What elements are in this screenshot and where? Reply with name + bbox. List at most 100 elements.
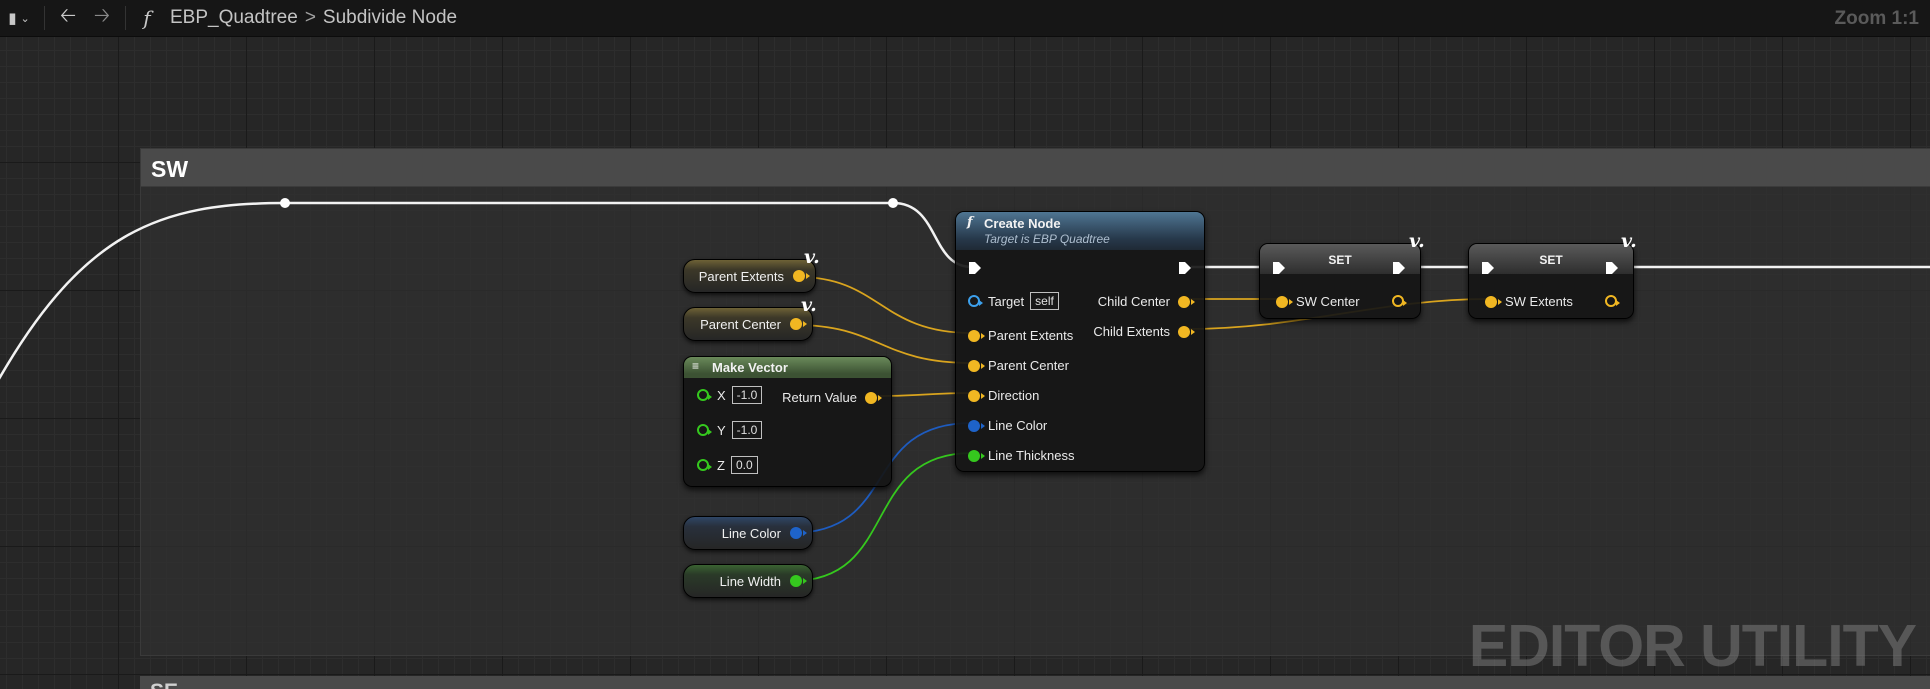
var-line-color[interactable]: Line Color [683,516,813,550]
pin-label: Direction [988,388,1040,403]
variable-icon: v. [1621,230,1637,252]
color-pin-in[interactable] [968,419,985,432]
exec-pin-out[interactable] [1392,261,1406,275]
x-value-field[interactable]: -1.0 [731,386,763,404]
node-header[interactable]: f Create Node Target is EBP Quadtree [956,212,1204,250]
vector-pin-in[interactable] [968,329,985,342]
line-color-input-row: Line Color [968,418,1047,433]
z-value-field[interactable]: 0.0 [730,456,758,474]
sw-extents-input-row: SW Extents [1485,294,1573,309]
arrow-right-icon: 🡢 [93,5,111,27]
target-input-row: Target self [968,292,1059,310]
float-pin-in[interactable] [697,389,712,401]
pin-label: Line Thickness [988,448,1075,463]
function-icon: f [967,215,973,230]
editor-utility-watermark: EDITOR UTILITY [1468,613,1917,679]
pin-label: Line Color [988,418,1048,433]
function-icon: f [143,6,151,30]
variable-icon: v. [801,294,817,316]
pin-label: X [717,387,726,403]
exec-pin-in[interactable] [1272,261,1286,275]
vector-pin-out[interactable] [793,270,810,282]
parent-extents-input-row: Parent Extents [968,328,1073,343]
zoom-level: Zoom 1:1 [1834,8,1919,29]
pin-label: Child Center [1097,294,1170,309]
variable-icon: v. [804,246,820,268]
float-pin-in[interactable] [697,424,712,436]
var-parent-center[interactable]: Parent Center [683,307,813,341]
breadcrumb: EBP_Quadtree > Subdivide Node [170,7,457,29]
node-title: SET [1539,253,1563,267]
pin-label: Y [717,422,726,438]
exec-pin-out[interactable] [1605,261,1619,275]
y-input-row: Y -1.0 [697,421,763,439]
breadcrumb-current[interactable]: Subdivide Node [323,7,457,29]
node-subtitle: Target is EBP Quadtree [984,232,1110,246]
node-header[interactable]: ≡ Make Vector [684,357,891,378]
exec-pin-in[interactable] [968,261,982,275]
vector-pin-in[interactable] [968,389,985,402]
arrow-left-icon: 🡠 [59,5,77,27]
pin-label: Parent Extents [988,328,1074,343]
vector-pin-out[interactable] [790,318,807,330]
comment-header[interactable]: SW [141,149,1930,187]
y-value-field[interactable]: -1.0 [731,421,763,439]
color-pin-out[interactable] [790,527,807,539]
target-value-field[interactable]: self [1030,292,1059,310]
node-title: Create Node [984,216,1061,231]
object-pin-in[interactable] [968,295,983,307]
pin-label: Z [717,457,725,473]
float-pin-out[interactable] [790,575,807,587]
return-value-row: Return Value [782,390,882,405]
pin-label: Target [988,293,1025,309]
toolbar-divider [44,6,45,30]
comment-title: SE [150,680,178,689]
parent-center-input-row: Parent Center [968,358,1069,373]
back-button[interactable]: 🡠 [51,0,85,37]
direction-input-row: Direction [968,388,1039,403]
line-thickness-input-row: Line Thickness [968,448,1074,463]
pin-label: SW Extents [1505,294,1573,309]
child-extents-output-row: Child Extents [1093,324,1195,339]
float-pin-in[interactable] [697,459,712,471]
x-input-row: X -1.0 [697,386,763,404]
forward-button[interactable]: 🡢 [85,0,119,37]
vector-pin-in[interactable] [1276,295,1293,308]
chevron-down-icon: ⌄ [20,12,30,25]
create-node-function[interactable]: f Create Node Target is EBP Quadtree Tar… [955,211,1205,472]
vector-pin-out[interactable] [865,391,882,404]
set-sw-extents-node[interactable]: SET SW Extents [1468,243,1634,319]
vector-pin-out[interactable] [1392,295,1407,307]
exec-pin-out[interactable] [1178,261,1192,275]
float-pin-in[interactable] [968,449,985,462]
vector-pin-out[interactable] [1605,295,1620,307]
node-title: SET [1328,253,1352,267]
node-title: Make Vector [712,360,788,375]
breadcrumb-root[interactable]: EBP_Quadtree [170,7,298,29]
graph-toolbar: ▮ ⌄ 🡠 🡢 f EBP_Quadtree > Subdivide Node … [0,0,1930,37]
bookmark-dropdown[interactable]: ▮ ⌄ [0,0,38,37]
var-label: Line Width [719,573,781,589]
pin-label: Parent Center [988,358,1069,373]
set-sw-center-node[interactable]: SET SW Center [1259,243,1421,319]
z-input-row: Z 0.0 [697,456,758,474]
var-line-width[interactable]: Line Width [683,564,813,598]
vector-pin-in[interactable] [968,359,985,372]
var-parent-extents[interactable]: Parent Extents [683,259,816,293]
pin-label: Child Extents [1093,324,1170,339]
var-label: Parent Center [700,316,781,332]
vector-pin-in[interactable] [1485,295,1502,308]
pin-label: Return Value [782,390,857,405]
vector-pin-out[interactable] [1178,325,1195,338]
vector-pin-out[interactable] [1178,295,1195,308]
child-center-output-row: Child Center [1097,294,1195,309]
make-vector-node[interactable]: ≡ Make Vector X -1.0 Y -1.0 Z 0.0 Return… [683,356,892,487]
comment-title: SW [151,156,189,182]
chevron-right-icon: > [304,7,316,28]
exec-pin-in[interactable] [1481,261,1495,275]
toolbar-divider [125,6,126,30]
var-label: Parent Extents [698,268,784,284]
struct-icon: ≡ [692,359,700,373]
var-label: Line Color [721,525,781,541]
sw-center-input-row: SW Center [1276,294,1360,309]
